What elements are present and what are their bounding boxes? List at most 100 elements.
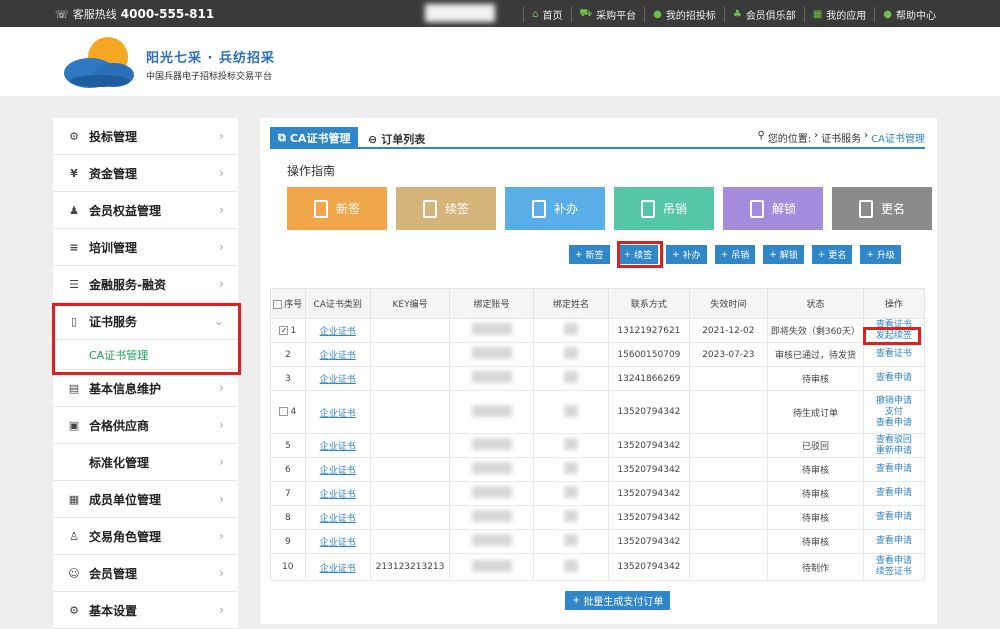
- blurred-name: [563, 559, 578, 572]
- row-action-link[interactable]: 查看申请: [864, 418, 924, 429]
- cert-type-link[interactable]: 企业证书: [304, 481, 371, 506]
- bound-name: [532, 457, 610, 482]
- minus-circle-icon: ⊖: [368, 132, 378, 146]
- rename-button[interactable]: + 更名: [811, 245, 853, 264]
- blurred-name: [563, 486, 578, 498]
- unlock-button[interactable]: + 解锁: [763, 245, 804, 264]
- status-text: 即将失效（剩360天）: [767, 318, 864, 343]
- sidebar-item-supplier[interactable]: ▣ 合格供应商 ›: [53, 407, 238, 444]
- blurred-account: [471, 462, 512, 474]
- row-number: 4: [270, 390, 306, 434]
- status-text: 待审核: [767, 366, 864, 391]
- row-action-link[interactable]: 续签证书: [864, 567, 924, 578]
- key-number: [369, 342, 451, 367]
- guide-renew-button[interactable]: 续签: [396, 187, 496, 230]
- cert-type-link[interactable]: 企业证书: [304, 457, 371, 482]
- row-action-link[interactable]: 查看申请: [864, 556, 924, 567]
- cert-type-link[interactable]: 企业证书: [304, 433, 371, 458]
- sidebar-item-training[interactable]: ≡ 培训管理 ›: [53, 229, 238, 266]
- cert-type-link[interactable]: 企业证书: [304, 342, 371, 367]
- row-action-link[interactable]: 支付: [864, 407, 924, 418]
- expire-date: 2023-07-23: [688, 342, 769, 367]
- bound-account: [449, 529, 534, 554]
- chevron-right-icon: ›: [219, 381, 224, 395]
- breadcrumb-cert[interactable]: 证书服务: [821, 130, 861, 145]
- top-nav-bids[interactable]: ● 我的招投标: [644, 7, 724, 22]
- guide-reissue-button[interactable]: 补办: [505, 187, 605, 230]
- top-nav-purchase[interactable]: ⛟ 采购平台: [570, 7, 645, 22]
- row-action-link[interactable]: 查看证书: [864, 349, 924, 360]
- cert-type-link[interactable]: 企业证书: [304, 366, 371, 391]
- logo[interactable]: [60, 35, 140, 90]
- contact-phone: 13520794342: [608, 553, 690, 581]
- row-action-link[interactable]: 查看申请: [864, 488, 924, 499]
- expire-date: [688, 481, 769, 506]
- blurred-name: [563, 347, 578, 359]
- revoke-button[interactable]: + 吊销: [714, 245, 756, 264]
- batch-order-button[interactable]: + 批量生成支付订单: [565, 591, 671, 610]
- brand: 阳光七采 · 兵纺招采 中国兵器电子招标投标交易平台: [146, 47, 275, 82]
- sidebar-item-settings[interactable]: ⚙ 基本设置 ›: [53, 592, 238, 629]
- top-nav-apps[interactable]: ▦ 我的应用: [803, 7, 874, 22]
- guide-rename-button[interactable]: 更名: [832, 187, 932, 230]
- chevron-right-icon: ›: [219, 166, 224, 180]
- sidebar-item-members[interactable]: ☺ 会员管理 ›: [53, 555, 238, 592]
- bound-name: [532, 481, 610, 506]
- top-nav-help[interactable]: ● 帮助中心: [874, 7, 944, 22]
- bound-name: [532, 390, 610, 434]
- blurred-name: [563, 323, 578, 335]
- bound-account: [449, 390, 534, 434]
- cert-type-link[interactable]: 企业证书: [304, 553, 371, 581]
- row-action-link[interactable]: 查看申请: [864, 512, 924, 523]
- settings-icon: ⚙: [69, 603, 79, 617]
- reissue-button[interactable]: + 补办: [666, 245, 707, 264]
- row-actions: 查看证书: [862, 342, 926, 367]
- expire-date: [688, 529, 769, 554]
- row-action-link[interactable]: 撤销申请: [864, 396, 924, 407]
- cert-type-link[interactable]: 企业证书: [304, 529, 371, 554]
- row-number: 5: [270, 433, 306, 458]
- guide-revoke-button[interactable]: 吊销: [614, 187, 714, 230]
- row-action-link[interactable]: 查看申请: [864, 536, 924, 547]
- tab-orders[interactable]: ⊖ 订单列表: [368, 131, 425, 147]
- top-nav-home[interactable]: ⌂ 首页: [523, 7, 570, 22]
- sidebar-item-funds[interactable]: ¥ 资金管理 ›: [53, 155, 238, 192]
- row-action-link[interactable]: 重新申请: [864, 446, 924, 457]
- sidebar-item-units[interactable]: ▦ 成员单位管理 ›: [53, 481, 238, 518]
- row-checkbox[interactable]: [279, 407, 289, 416]
- guide-new-button[interactable]: 新签: [287, 187, 387, 230]
- row-action-link[interactable]: 查看驳回: [864, 435, 924, 446]
- key-number: [369, 481, 451, 506]
- cert-type-link[interactable]: 企业证书: [304, 318, 371, 343]
- row-action-link[interactable]: 查看申请: [864, 373, 924, 384]
- help-icon: ●: [883, 9, 892, 20]
- row-number: ✓ 1: [270, 318, 306, 343]
- member-icon: ☺: [68, 566, 80, 580]
- guide-unlock-button[interactable]: 解锁: [723, 187, 823, 230]
- tab-ca-cert[interactable]: ⧉ CA证书管理: [270, 127, 359, 149]
- upgrade-button[interactable]: + 升级: [860, 245, 901, 264]
- cart-icon: ⛟: [579, 8, 593, 19]
- home-icon: ⌂: [532, 9, 539, 20]
- row-checkbox[interactable]: ✓: [279, 325, 289, 335]
- sidebar-item-roles[interactable]: ♙ 交易角色管理 ›: [53, 518, 238, 555]
- new-button[interactable]: + 新签: [569, 245, 610, 264]
- plus-icon: +: [817, 249, 826, 260]
- breadcrumb: ⚲ 您的位置: › 证书服务 › CA证书管理: [757, 130, 925, 145]
- cert-type-link[interactable]: 企业证书: [304, 505, 371, 530]
- sidebar-item-info[interactable]: ▤ 基本信息维护 ›: [53, 370, 238, 407]
- row-actions: 查看申请: [862, 529, 926, 554]
- select-all-checkbox[interactable]: [273, 300, 283, 309]
- top-nav-club[interactable]: ♣ 会员俱乐部: [723, 7, 804, 22]
- key-number: [369, 390, 451, 434]
- sidebar-item-finance[interactable]: ☰ 金融服务-融资 ›: [53, 266, 238, 303]
- sidebar-item-bid[interactable]: ⚙ 投标管理 ›: [53, 118, 238, 155]
- money-icon: ¥: [70, 166, 78, 180]
- sidebar-item-rights[interactable]: ♟ 会员权益管理 ›: [53, 192, 238, 229]
- hotline: ☏ 客服热线 4000-555-811: [55, 6, 214, 22]
- bound-account: [449, 318, 534, 343]
- cert-type-link[interactable]: 企业证书: [304, 390, 371, 434]
- chevron-right-icon: ›: [219, 129, 224, 143]
- sidebar-item-standard[interactable]: 标准化管理 ›: [53, 444, 238, 481]
- row-action-link[interactable]: 查看申请: [864, 464, 924, 475]
